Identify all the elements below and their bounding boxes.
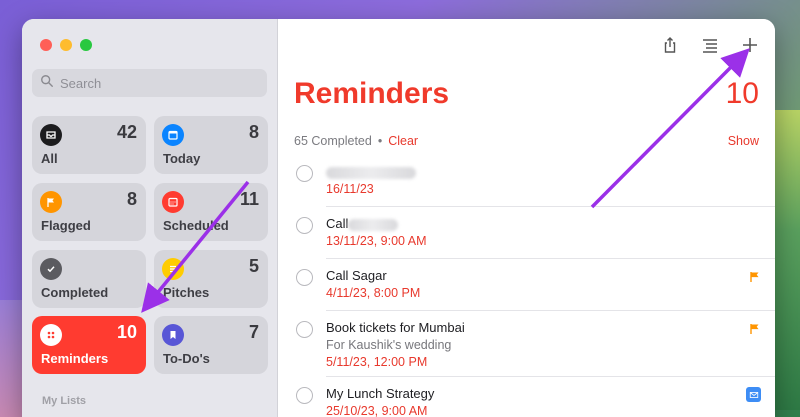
toolbar (659, 34, 761, 56)
complete-checkbox[interactable] (296, 165, 313, 182)
smart-list-today[interactable]: 8 Today (154, 116, 268, 174)
reminders-window: 42 All 8 Today 8 Flagged 11 Scheduled (22, 19, 775, 417)
flag-icon (750, 272, 759, 282)
completed-count: 65 Completed (294, 134, 372, 148)
reminder-title[interactable]: Call (326, 215, 735, 233)
reminder-row[interactable]: My Lunch Strategy 25/10/23, 9:00 AM (278, 377, 775, 417)
zoom-button[interactable] (80, 39, 92, 51)
calendar-today-icon (162, 124, 184, 146)
list-to-dos[interactable]: 7 To-Do's (154, 316, 268, 374)
mail-icon[interactable] (746, 387, 761, 402)
reminder-date: 5/11/23, 12:00 PM (326, 355, 428, 369)
reminder-date: 4/11/23, 8:00 PM (326, 286, 421, 300)
reminder-row[interactable]: Call Sagar 4/11/23, 8:00 PM (278, 259, 775, 311)
plus-icon (743, 38, 757, 52)
tile-label: Completed (41, 285, 109, 300)
reminder-date: 25/10/23, 9:00 AM (326, 404, 428, 417)
reminder-row[interactable]: Book tickets for Mumbai For Kaushik's we… (278, 311, 775, 377)
list-options-icon (703, 39, 717, 53)
tile-count: 7 (248, 322, 259, 342)
section-header-my-lists: My Lists (42, 395, 87, 407)
reminder-note: For Kaushik's wedding (326, 338, 452, 352)
reminder-title[interactable]: Book tickets for Mumbai (326, 319, 735, 337)
complete-checkbox[interactable] (296, 321, 313, 338)
tile-label: Reminders (41, 351, 109, 366)
reminder-date: 13/11/23, 9:00 AM (326, 234, 427, 248)
flag-icon (750, 324, 759, 334)
list-title: Reminders (294, 77, 450, 110)
tile-count: 42 (116, 122, 137, 142)
list-count: 10 (725, 77, 759, 110)
tile-label: Pitches (163, 285, 210, 300)
close-button[interactable] (40, 39, 52, 51)
smart-list-all[interactable]: 42 All (32, 116, 146, 174)
tile-label: All (41, 151, 58, 166)
search-field[interactable] (32, 69, 267, 97)
clear-completed-button[interactable]: Clear (388, 134, 418, 148)
share-button[interactable] (659, 34, 681, 56)
minimize-button[interactable] (60, 39, 72, 51)
complete-checkbox[interactable] (296, 387, 313, 404)
bookmark-icon (162, 324, 184, 346)
complete-checkbox[interactable] (296, 269, 313, 286)
list-icon (40, 324, 62, 346)
checkmark-icon (40, 258, 62, 280)
sidebar: 42 All 8 Today 8 Flagged 11 Scheduled (22, 19, 278, 417)
smart-list-completed[interactable]: Completed (32, 250, 146, 308)
list-pitches[interactable]: 5 Pitches (154, 250, 268, 308)
search-input[interactable] (60, 75, 240, 91)
redacted-text (326, 166, 416, 179)
search-icon (40, 74, 54, 93)
tile-label: Today (163, 151, 201, 166)
list-icon (162, 258, 184, 280)
completed-bar: 65 Completed • Clear Show (294, 132, 759, 150)
window-controls (40, 39, 92, 51)
reminder-title[interactable] (326, 163, 735, 181)
tile-count: 5 (248, 256, 259, 276)
smart-list-flagged[interactable]: 8 Flagged (32, 183, 146, 241)
smart-list-scheduled[interactable]: 11 Scheduled (154, 183, 268, 241)
tile-count: 8 (126, 189, 137, 209)
flag-icon (40, 191, 62, 213)
tray-icon (40, 124, 62, 146)
tile-label: Flagged (41, 218, 91, 233)
tile-label: Scheduled (163, 218, 229, 233)
add-reminder-button[interactable] (739, 34, 761, 56)
share-icon (664, 37, 676, 53)
show-list-info-button[interactable] (699, 34, 721, 56)
reminder-list: 16/11/23 Call 13/11/23, 9:00 AM Call Sag… (278, 155, 775, 417)
tile-count: 11 (239, 189, 259, 209)
reminder-date: 16/11/23 (326, 182, 374, 196)
main-pane: Reminders 10 65 Completed • Clear Show 1… (278, 19, 775, 417)
reminder-row[interactable]: 16/11/23 (278, 155, 775, 207)
tile-count: 8 (248, 122, 259, 142)
reminder-title[interactable]: My Lunch Strategy (326, 385, 735, 403)
list-reminders[interactable]: 10 Reminders (32, 316, 146, 374)
complete-checkbox[interactable] (296, 217, 313, 234)
separator-dot: • (377, 134, 383, 148)
tile-count: 10 (116, 322, 137, 342)
reminder-row[interactable]: Call 13/11/23, 9:00 AM (278, 207, 775, 259)
show-completed-button[interactable]: Show (728, 134, 759, 148)
reminder-title[interactable]: Call Sagar (326, 267, 735, 285)
tile-label: To-Do's (163, 351, 210, 366)
reminder-title-text: Call (326, 216, 349, 231)
redacted-text (348, 218, 399, 231)
calendar-icon (162, 191, 184, 213)
